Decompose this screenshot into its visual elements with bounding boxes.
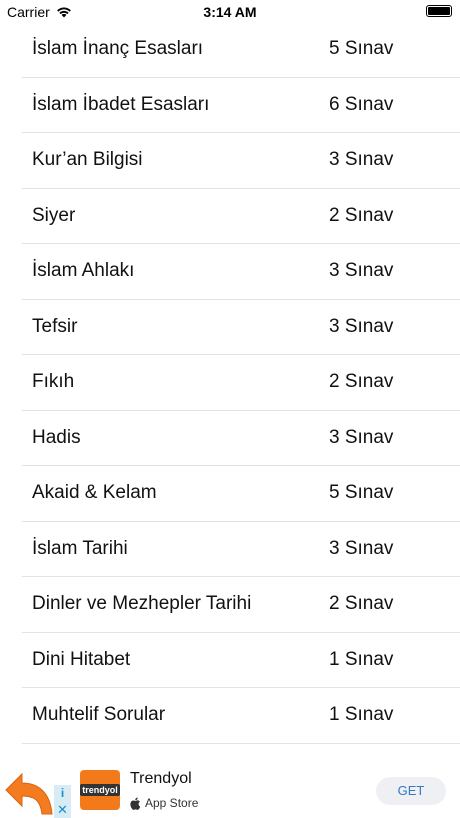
ad-app-logo[interactable]: trendyol [80, 770, 120, 810]
list-item[interactable]: Muhtelif Sorular 1 Sınav [0, 688, 460, 744]
row-divider [22, 742, 460, 744]
list-item[interactable]: Kur’an Bilgisi 3 Sınav [0, 133, 460, 189]
topic-list: İslam İnanç Esasları 5 Sınav İslam İbadet … [0, 22, 460, 744]
get-button[interactable]: GET [376, 777, 446, 805]
list-item[interactable]: İslam Ahlakı 3 Sınav [0, 244, 460, 300]
list-item[interactable]: İslam Tarihi 3 Sınav [0, 522, 460, 577]
topic-title: Muhtelif Sorular [32, 704, 166, 725]
exam-count: 5 Sınav [329, 482, 394, 503]
ad-banner[interactable]: i ✕ trendyol Trendyol App Store GET [0, 752, 460, 818]
exam-count: 3 Sınav [329, 315, 394, 337]
list-item[interactable]: İslam İbadet Esasları 6 Sınav [0, 78, 460, 133]
list-item[interactable]: İslam İnanç Esasları 5 Sınav [0, 22, 460, 78]
list-item[interactable]: Siyer 2 Sınav [0, 189, 460, 244]
topic-title: İslam İnanç Esasları [32, 38, 204, 59]
ad-info-icon[interactable]: i [54, 785, 71, 802]
topic-title: Kur’an Bilgisi [32, 149, 143, 170]
battery-icon [426, 5, 452, 17]
topic-title: Fıkıh [32, 371, 75, 392]
topic-title: Hadis [32, 426, 81, 448]
exam-count: 1 Sınav [329, 648, 394, 670]
topic-title: Siyer [32, 204, 76, 226]
exam-count: 2 Sınav [329, 371, 394, 392]
status-time: 3:14 AM [203, 4, 257, 20]
list-item[interactable]: Dinler ve Mezhepler Tarihi 2 Sınav [0, 577, 460, 633]
list-item[interactable]: Tefsir 3 Sınav [0, 300, 460, 355]
exam-count: 2 Sınav [329, 204, 394, 226]
exam-count: 3 Sınav [329, 260, 394, 281]
exam-count: 3 Sınav [329, 426, 394, 448]
ad-close-icon[interactable]: ✕ [54, 802, 71, 818]
exam-count: 3 Sınav [329, 537, 394, 559]
list-item[interactable]: Fıkıh 2 Sınav [0, 355, 460, 411]
list-item[interactable]: Dini Hitabet 1 Sınav [0, 633, 460, 688]
topic-title: Dinler ve Mezhepler Tarihi [32, 593, 252, 614]
exam-count: 6 Sınav [329, 93, 394, 115]
back-arrow-icon[interactable] [2, 766, 56, 818]
topic-title: Tefsir [32, 315, 78, 337]
topic-title: Akaid & Kelam [32, 482, 157, 503]
ad-app-name[interactable]: Trendyol [130, 770, 192, 788]
topic-title: İslam İbadet Esasları [32, 93, 210, 115]
exam-count: 1 Sınav [329, 704, 394, 725]
topic-title: Dini Hitabet [32, 648, 131, 670]
apple-icon [130, 797, 141, 810]
status-bar: Carrier 3:14 AM [0, 0, 460, 24]
exam-count: 3 Sınav [329, 149, 394, 170]
list-item[interactable]: Akaid & Kelam 5 Sınav [0, 466, 460, 522]
list-item[interactable]: Hadis 3 Sınav [0, 411, 460, 466]
exam-count: 2 Sınav [329, 593, 394, 614]
topic-title: İslam Ahlakı [32, 260, 135, 281]
exam-count: 5 Sınav [329, 38, 394, 59]
ad-logo-text: trendyol [80, 784, 120, 796]
ad-store-label: App Store [130, 796, 198, 810]
topic-title: İslam Tarihi [32, 537, 128, 559]
